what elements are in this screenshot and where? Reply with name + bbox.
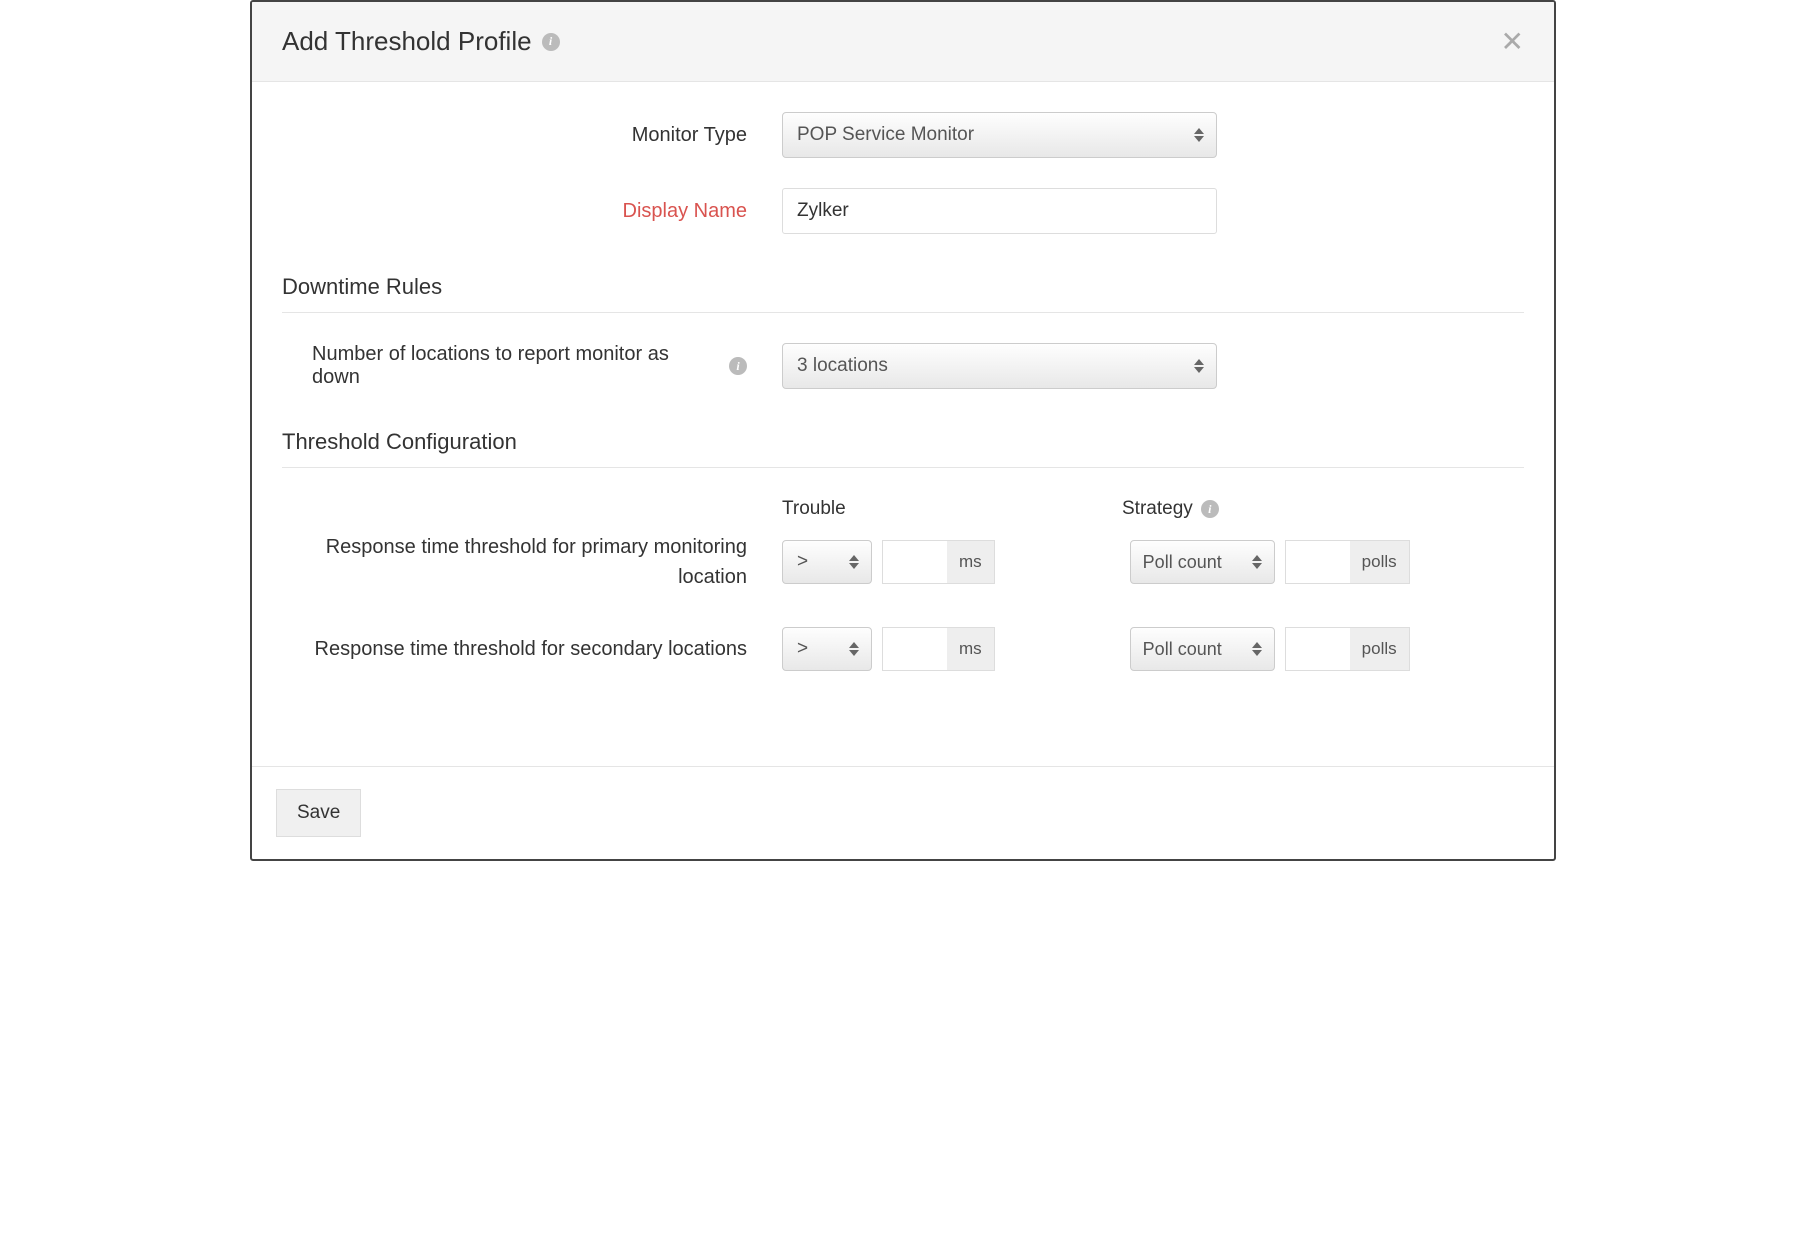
modal-footer: Save — [252, 766, 1554, 859]
secondary-ms-input[interactable] — [882, 627, 957, 671]
primary-strategy-select[interactable]: Poll count — [1130, 540, 1275, 584]
secondary-threshold-label: Response time threshold for secondary lo… — [282, 634, 782, 664]
info-icon[interactable]: i — [542, 33, 560, 51]
save-button[interactable]: Save — [276, 789, 361, 837]
chevron-updown-icon — [1252, 642, 1262, 656]
polls-unit: polls — [1350, 627, 1410, 671]
monitor-type-row: Monitor Type POP Service Monitor — [282, 112, 1524, 158]
threshold-section-title: Threshold Configuration — [282, 429, 1524, 468]
downtime-locations-select[interactable]: 3 locations — [782, 343, 1217, 389]
downtime-locations-label-text: Number of locations to report monitor as… — [312, 343, 719, 389]
primary-polls-input[interactable] — [1285, 540, 1360, 584]
threshold-profile-modal: Add Threshold Profile i ✕ Monitor Type P… — [250, 0, 1556, 861]
strategy-header: Strategy i — [1122, 498, 1219, 520]
downtime-section-title: Downtime Rules — [282, 274, 1524, 313]
chevron-updown-icon — [849, 555, 859, 569]
modal-title: Add Threshold Profile i — [282, 26, 560, 57]
display-name-row: Display Name — [282, 188, 1524, 234]
chevron-updown-icon — [849, 642, 859, 656]
trouble-header: Trouble — [782, 498, 1122, 520]
primary-operator-value: > — [797, 551, 808, 573]
ms-unit: ms — [947, 540, 995, 584]
ms-unit: ms — [947, 627, 995, 671]
modal-title-text: Add Threshold Profile — [282, 26, 532, 57]
primary-operator-select[interactable]: > — [782, 540, 872, 584]
secondary-operator-select[interactable]: > — [782, 627, 872, 671]
primary-threshold-row: Response time threshold for primary moni… — [282, 532, 1524, 592]
info-icon[interactable]: i — [729, 357, 747, 375]
chevron-updown-icon — [1194, 128, 1204, 142]
primary-strategy-value: Poll count — [1143, 552, 1222, 573]
primary-threshold-label: Response time threshold for primary moni… — [282, 532, 782, 592]
strategy-header-text: Strategy — [1122, 498, 1193, 520]
secondary-strategy-select[interactable]: Poll count — [1130, 627, 1275, 671]
downtime-locations-row: Number of locations to report monitor as… — [282, 343, 1524, 389]
chevron-updown-icon — [1194, 359, 1204, 373]
polls-unit: polls — [1350, 540, 1410, 584]
downtime-locations-value: 3 locations — [797, 355, 888, 377]
secondary-operator-value: > — [797, 638, 808, 660]
modal-body: Monitor Type POP Service Monitor Display… — [252, 82, 1554, 766]
close-icon[interactable]: ✕ — [1501, 28, 1524, 56]
monitor-type-value: POP Service Monitor — [797, 124, 974, 146]
info-icon[interactable]: i — [1201, 500, 1219, 518]
monitor-type-label: Monitor Type — [282, 124, 782, 147]
threshold-column-headers: Trouble Strategy i — [782, 498, 1524, 520]
secondary-polls-input[interactable] — [1285, 627, 1360, 671]
chevron-updown-icon — [1252, 555, 1262, 569]
downtime-locations-label: Number of locations to report monitor as… — [282, 343, 782, 389]
display-name-label: Display Name — [282, 200, 782, 223]
display-name-input[interactable] — [782, 188, 1217, 234]
secondary-strategy-value: Poll count — [1143, 639, 1222, 660]
modal-header: Add Threshold Profile i ✕ — [252, 2, 1554, 82]
secondary-threshold-row: Response time threshold for secondary lo… — [282, 627, 1524, 671]
primary-ms-input[interactable] — [882, 540, 957, 584]
monitor-type-select[interactable]: POP Service Monitor — [782, 112, 1217, 158]
